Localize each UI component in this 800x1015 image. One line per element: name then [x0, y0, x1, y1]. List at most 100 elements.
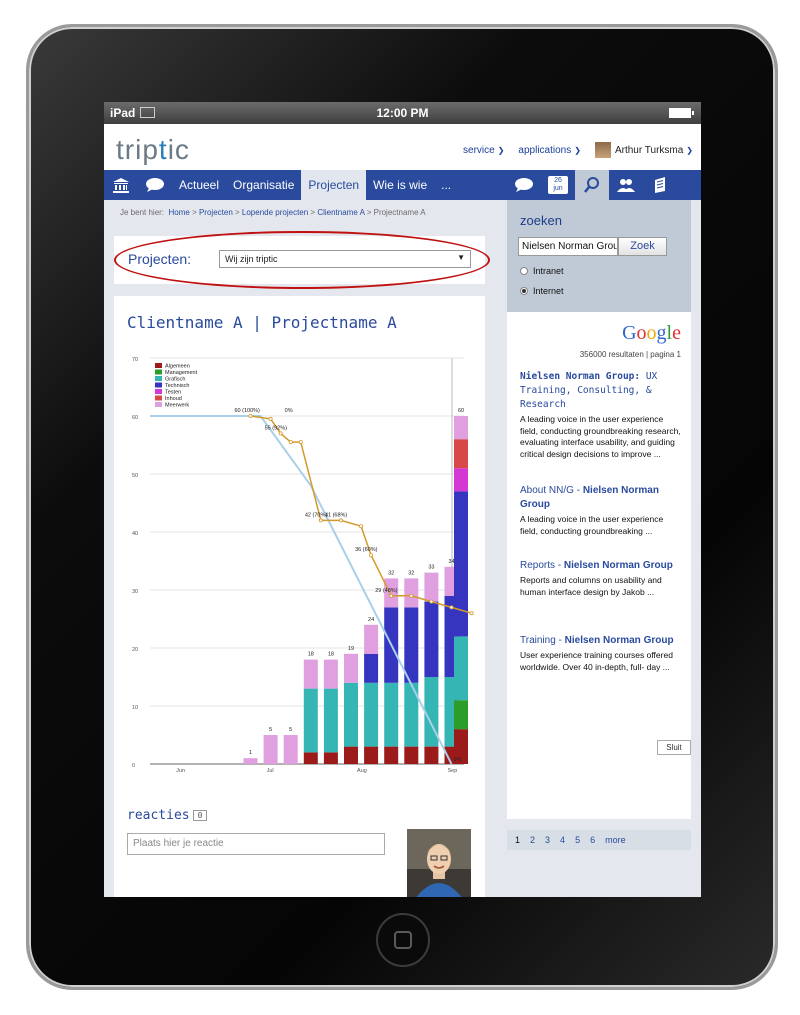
week-bar-label: 18	[328, 652, 334, 658]
nav-projecten[interactable]: Projecten	[301, 170, 367, 200]
legend-label: Technisch	[165, 383, 189, 389]
week-bar-segment	[384, 746, 399, 764]
nav-organisatie[interactable]: Organisatie	[226, 170, 301, 200]
y-tick-label: 0	[132, 763, 135, 769]
legend-label: Algemeen	[165, 364, 190, 370]
radio-internet[interactable]: Internet	[520, 286, 564, 296]
breadcrumb-projecten[interactable]: Projecten	[199, 208, 233, 217]
week-bar-label: 24	[368, 617, 374, 623]
radio-off-icon	[520, 267, 528, 275]
actual-point-label: 55 (92%)	[265, 425, 287, 431]
result-snippet: A leading voice in the user experience f…	[520, 414, 681, 459]
week-bar-segment	[283, 735, 298, 764]
search-input[interactable]: Nielsen Norman Group	[518, 237, 618, 256]
result-link[interactable]: Reports - Nielsen Norman Group	[520, 559, 682, 573]
search-button[interactable]: Zoek	[618, 237, 667, 256]
nav-wie-is-wie[interactable]: Wie is wie	[366, 170, 434, 200]
page-1[interactable]: 1	[515, 835, 520, 845]
chat-panel-icon[interactable]	[507, 170, 541, 200]
applications-menu[interactable]: applications ❯	[518, 145, 581, 156]
page-3[interactable]: 3	[545, 835, 550, 845]
week-bar-segment	[344, 653, 358, 683]
nav-more[interactable]: ...	[434, 170, 458, 200]
y-tick-label: 70	[132, 357, 138, 363]
main-navigation: Actueel Organisatie Projecten Wie is wie…	[104, 170, 701, 200]
actual-point	[288, 440, 293, 445]
comment-input[interactable]: Plaats hier je reactie	[127, 833, 385, 855]
document-icon[interactable]	[643, 170, 677, 200]
people-icon[interactable]	[609, 170, 643, 200]
week-bar-segment	[344, 682, 358, 747]
week-bar-label: 34	[448, 559, 454, 565]
breadcrumb: Je bent hier: Home > Projecten > Lopende…	[120, 208, 426, 217]
legend-swatch	[155, 369, 162, 375]
week-bar-segment	[364, 682, 379, 747]
user-menu[interactable]: Arthur Turksma ❯	[594, 142, 693, 158]
week-bar-label: 5	[269, 727, 272, 733]
search-sidebar: zoeken Nielsen Norman Group Zoek Intrane…	[507, 200, 701, 897]
page-2[interactable]: 2	[530, 835, 535, 845]
actual-point	[248, 414, 253, 419]
week-bar-label: 18	[308, 652, 314, 658]
legend-swatch	[155, 402, 162, 407]
radio-intranet[interactable]: Intranet	[520, 266, 564, 276]
page-6[interactable]: 6	[590, 835, 595, 845]
breadcrumb-lopende-projecten[interactable]: Lopende projecten	[242, 208, 308, 217]
week-bar-segment	[384, 682, 399, 747]
nav-actueel[interactable]: Actueel	[172, 170, 226, 200]
close-button[interactable]: Sluit	[657, 740, 691, 755]
actual-point	[389, 593, 394, 598]
week-bar-segment	[404, 607, 419, 683]
calendar-icon[interactable]: 26 jun	[541, 170, 575, 200]
service-menu[interactable]: service ❯	[463, 145, 504, 156]
pagination: 1 2 3 4 5 6 more	[507, 830, 691, 850]
chat-bubble-icon[interactable]	[138, 170, 172, 200]
week-bar-segment	[323, 752, 338, 764]
x-tick-label: Jun	[176, 768, 185, 774]
week-bar-segment	[263, 735, 278, 764]
x-tick-label: Sep	[448, 768, 458, 774]
page-more[interactable]: more	[605, 835, 626, 845]
y-tick-label: 20	[132, 647, 138, 653]
home-building-icon[interactable]	[104, 170, 138, 200]
week-bar-segment	[303, 659, 318, 689]
page-4[interactable]: 4	[560, 835, 565, 845]
total-bar-segment	[454, 636, 468, 701]
search-icon[interactable]	[575, 170, 609, 200]
actual-point	[338, 518, 343, 523]
status-time: 12:00 PM	[376, 106, 429, 120]
search-panel: zoeken Nielsen Norman Group Zoek Intrane…	[507, 200, 691, 312]
chevron-down-icon: ❯	[497, 145, 505, 155]
highlight-ellipse	[114, 231, 490, 289]
x-tick-label: Jul	[267, 768, 274, 774]
breadcrumb-clientname[interactable]: Clientname A	[317, 208, 364, 217]
radio-on-icon	[520, 287, 528, 295]
result-link[interactable]: Nielsen Norman Group: UX Training, Consu…	[520, 370, 682, 412]
actual-point	[359, 524, 364, 529]
actual-point-label: 29 (48%)	[375, 588, 397, 594]
result-link[interactable]: Training - Nielsen Norman Group	[520, 634, 682, 648]
legend-label: Testen	[165, 390, 181, 396]
legend-swatch	[155, 395, 162, 401]
result-item: About NN/G - Nielsen Norman Group A lead…	[520, 484, 682, 537]
legend-label: Meerwerk	[165, 403, 189, 409]
total-bar-label: 60	[458, 408, 464, 414]
home-button[interactable]	[376, 913, 430, 967]
week-bar-segment	[323, 659, 338, 689]
week-bar-label: 1	[249, 750, 252, 756]
chevron-down-icon: ❯	[574, 145, 581, 155]
actual-point	[429, 599, 434, 604]
result-link[interactable]: About NN/G - Nielsen Norman Group	[520, 484, 682, 512]
page-5[interactable]: 5	[575, 835, 580, 845]
week-bar-segment	[424, 601, 439, 677]
x-tick-label: Aug	[357, 768, 367, 774]
total-bar-segment	[454, 439, 468, 469]
total-bar-segment	[454, 416, 468, 440]
point-label: 0%	[454, 757, 462, 763]
comments-count: 0	[192, 810, 208, 821]
breadcrumb-home[interactable]: Home	[168, 208, 189, 217]
result-item: Training - Nielsen Norman Group User exp…	[520, 634, 682, 673]
point-label: 0%	[285, 408, 293, 414]
triptic-logo[interactable]: triptic	[116, 134, 190, 166]
top-bar: triptic service ❯ applications ❯ Arthur Tu…	[104, 124, 701, 170]
